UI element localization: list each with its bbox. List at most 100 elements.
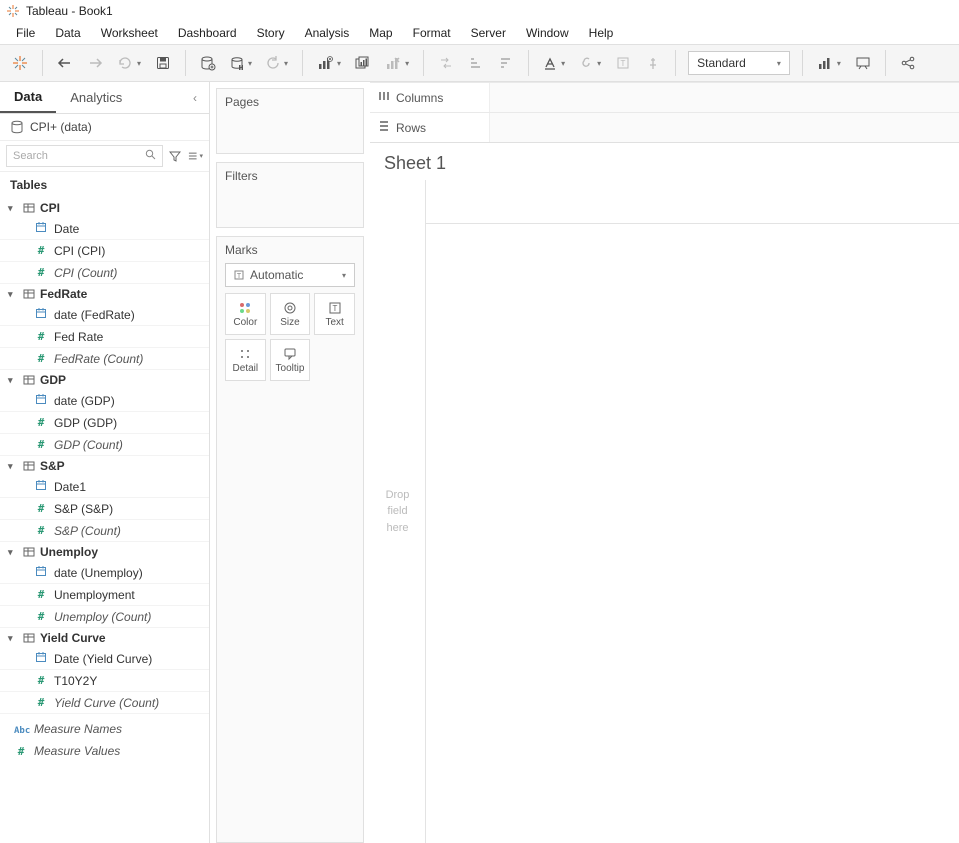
tab-analytics[interactable]: Analytics [56,82,136,113]
marks-type-dropdown[interactable]: TAutomatic ▾ [225,263,355,287]
mark-card-detail[interactable]: Detail [225,339,266,381]
share-button[interactable] [894,49,922,77]
field-date-unemploy-[interactable]: date (Unemploy) [0,562,209,584]
group-button[interactable]: ▾ [573,49,607,77]
field-type-icon: # [34,674,48,687]
menu-analysis[interactable]: Analysis [295,24,360,42]
highlight-button[interactable]: ▾ [537,49,571,77]
field-gdp-gdp-[interactable]: #GDP (GDP) [0,412,209,434]
table-group-s-p[interactable]: ▾S&P [0,456,209,476]
save-button[interactable] [149,49,177,77]
field-date-gdp-[interactable]: date (GDP) [0,390,209,412]
collapse-panel-button[interactable]: ‹ [181,82,209,113]
menu-worksheet[interactable]: Worksheet [91,24,168,42]
clear-sheet-button[interactable]: ▾ [379,49,415,77]
tableau-cloud-icon[interactable] [6,49,34,77]
field-type-icon: # [34,330,48,343]
mark-card-color[interactable]: Color [225,293,266,335]
menu-help[interactable]: Help [579,24,624,42]
field-fed-rate[interactable]: #Fed Rate [0,326,209,348]
field-type-icon [34,393,48,408]
revert-button[interactable]: ▾ [111,49,147,77]
new-datasource-button[interactable] [194,49,222,77]
shelves-column: Pages Filters Marks TAutomatic ▾ ColorSi… [210,82,370,843]
field-date1[interactable]: Date1 [0,476,209,498]
show-mark-labels-button[interactable]: T [609,49,637,77]
field-label: T10Y2Y [54,674,97,688]
field-unemploy-count-[interactable]: #Unemploy (Count) [0,606,209,628]
field-t10y2y[interactable]: # T10Y2Y [0,670,209,692]
sheet-title[interactable]: Sheet 1 [370,143,959,180]
field-s-p-s-p-[interactable]: #S&P (S&P) [0,498,209,520]
redo-button[interactable] [81,49,109,77]
toolbar: ▾ ▾ ▾ ▾ ▾ ▾ ▾ T Standard ▾ ▾ [0,44,959,82]
field-type-icon [34,651,48,666]
new-worksheet-button[interactable]: ▾ [311,49,347,77]
field-date-fedrate-[interactable]: date (FedRate) [0,304,209,326]
rows-shelf[interactable] [490,113,959,142]
swap-rows-columns-button[interactable] [432,49,460,77]
mark-card-tooltip[interactable]: Tooltip [270,339,311,381]
field-measure-names[interactable]: AbcMeasure Names [0,718,209,740]
field-unemployment[interactable]: #Unemployment [0,584,209,606]
field-s-p-count-[interactable]: #S&P (Count) [0,520,209,542]
mark-card-text[interactable]: TText [314,293,355,335]
canvas-row-drop[interactable]: Drop field here [370,180,426,843]
datasource-row[interactable]: CPI+ (data) [0,114,209,140]
table-icon [22,287,36,301]
columns-shelf[interactable] [490,83,959,112]
menu-data[interactable]: Data [45,24,90,42]
menu-window[interactable]: Window [516,24,579,42]
table-icon [22,373,36,387]
size-icon [283,301,297,315]
field-date-yield-curve-[interactable]: Date (Yield Curve) [0,648,209,670]
menu-dashboard[interactable]: Dashboard [168,24,247,42]
pause-auto-updates-button[interactable]: ▾ [224,49,258,77]
refresh-datasource-button[interactable]: ▾ [260,49,294,77]
field-type-icon: # [34,696,48,709]
field-label: FedRate (Count) [54,352,143,366]
mark-card-size[interactable]: Size [270,293,311,335]
table-group-cpi[interactable]: ▾CPI [0,198,209,218]
tab-data[interactable]: Data [0,82,56,113]
presentation-mode-button[interactable] [849,49,877,77]
field-gdp-count-[interactable]: #GDP (Count) [0,434,209,456]
field-cpi-count-[interactable]: #CPI (Count) [0,262,209,284]
canvas-col-drop[interactable] [426,180,959,224]
menu-format[interactable]: Format [403,24,461,42]
table-group-unemploy[interactable]: ▾Unemploy [0,542,209,562]
field-yield-curve-count-[interactable]: #Yield Curve (Count) [0,692,209,714]
field-fedrate-count-[interactable]: #FedRate (Count) [0,348,209,370]
field-measure-values[interactable]: #Measure Values [0,740,209,762]
view-list-icon[interactable]: ▾ [187,148,203,164]
table-group-fedrate[interactable]: ▾FedRate [0,284,209,304]
menu-file[interactable]: File [6,24,45,42]
pages-shelf[interactable]: Pages [216,88,364,154]
chevron-down-icon: ▾ [777,59,781,68]
table-group-gdp[interactable]: ▾GDP [0,370,209,390]
undo-button[interactable] [51,49,79,77]
field-label: Measure Values [34,744,120,758]
search-input[interactable]: Search [6,145,163,167]
duplicate-sheet-button[interactable] [349,49,377,77]
filters-shelf[interactable]: Filters [216,162,364,228]
menu-server[interactable]: Server [461,24,516,42]
table-group-label: Yield Curve [40,631,106,645]
field-label: GDP (GDP) [54,416,117,430]
rows-shelf-label: Rows [370,113,490,142]
pin-axis-button[interactable] [639,49,667,77]
field-type-icon: # [34,266,48,279]
sort-descending-button[interactable] [492,49,520,77]
canvas-main[interactable] [426,180,959,843]
mark-card-label: Color [233,317,257,328]
menu-story[interactable]: Story [247,24,295,42]
table-group-yield-curve[interactable]: ▾Yield Curve [0,628,209,648]
sort-ascending-button[interactable] [462,49,490,77]
database-icon [10,120,24,134]
field-cpi-cpi-[interactable]: #CPI (CPI) [0,240,209,262]
fit-dropdown[interactable]: Standard ▾ [688,51,790,75]
menu-map[interactable]: Map [359,24,402,42]
filter-icon[interactable] [167,148,183,164]
field-date[interactable]: Date [0,218,209,240]
show-me-button[interactable]: ▾ [811,49,847,77]
